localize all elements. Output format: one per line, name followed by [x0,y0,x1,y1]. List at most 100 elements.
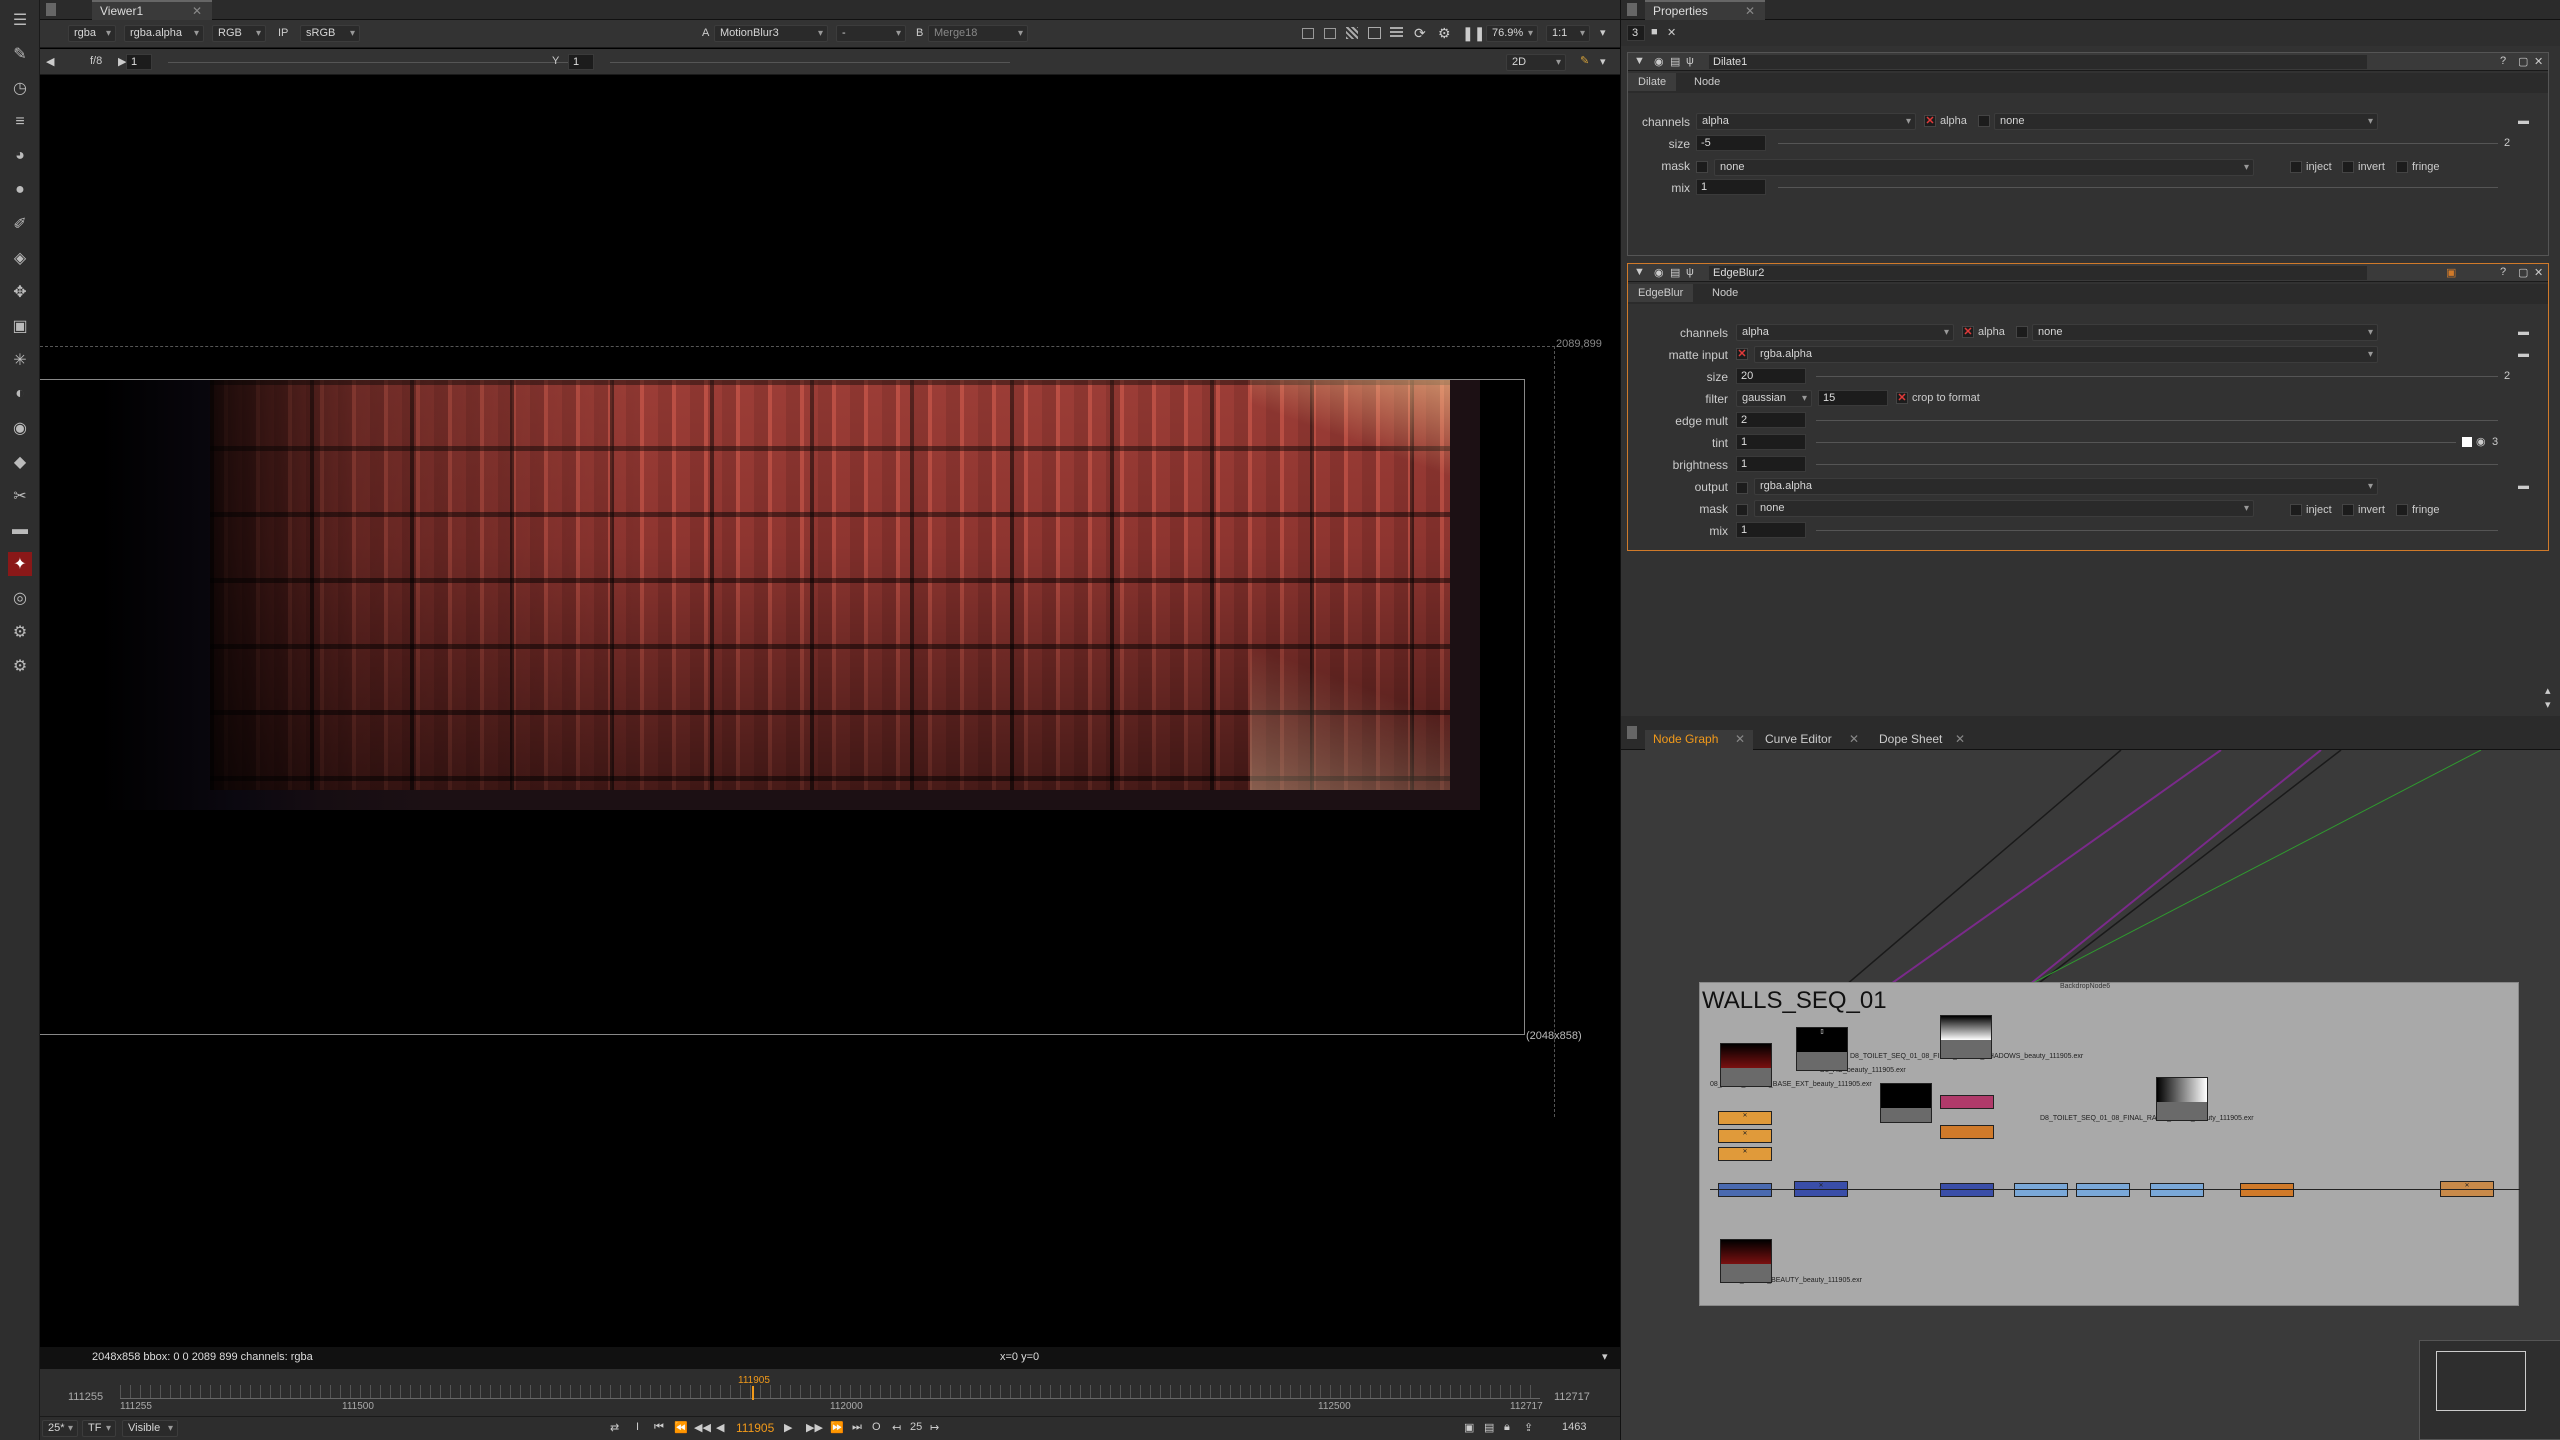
channel-menu-icon[interactable]: ▬ [2518,326,2529,338]
close-icon[interactable]: ✕ [2534,266,2543,279]
panel-menu-icon[interactable] [1627,3,1637,16]
extra-channel-checkbox[interactable] [2016,326,2028,338]
flipbook-icon[interactable]: ▣ [1464,1421,1474,1434]
properties-tab[interactable]: Properties ✕ [1645,0,1765,20]
mask-dropdown[interactable]: none [1714,159,2254,176]
merge-icon[interactable]: ◈ [8,246,32,270]
node-icon-3[interactable]: ψ [1686,55,1694,67]
channel-icon[interactable]: ≡ [8,110,32,134]
info-dropdown-icon[interactable]: ▾ [1602,1350,1608,1363]
fps-dropdown[interactable]: 25* [42,1420,78,1437]
views-icon[interactable]: ◉ [8,416,32,440]
mix-field[interactable]: 1 [1696,179,1766,195]
matte-menu-icon[interactable]: ▬ [2518,348,2529,360]
output-dropdown[interactable]: rgba.alpha [1754,478,2378,495]
mask-checkbox[interactable] [1696,161,1708,173]
grade-node[interactable] [1940,1095,1994,1109]
expand-icon[interactable]: ▾ [1600,26,1606,39]
shuffle-node[interactable]: ✕ [1718,1147,1772,1161]
colorcorrect-node[interactable] [2076,1183,2130,1197]
frame-display[interactable]: 111905 [736,1421,774,1435]
wipe-op-dropdown[interactable]: - [836,25,906,42]
overlay-icon[interactable] [1368,27,1381,39]
zebra-icon[interactable] [1346,27,1358,39]
node-icon-3[interactable]: ψ [1686,266,1694,278]
increment-value[interactable]: 25 [910,1421,922,1433]
size-field[interactable]: -5 [1696,135,1766,151]
mix-slider[interactable] [1816,530,2498,546]
panel-menu-icon[interactable] [1627,726,1637,739]
node-icon-2[interactable]: ▤ [1670,55,1680,68]
next-increment-icon[interactable]: ▶▶ [806,1421,823,1434]
color-wheel-icon[interactable]: ◉ [2476,435,2486,448]
tab-edgeblur[interactable]: EdgeBlur [1628,284,1694,302]
menu-icon[interactable]: ☰ [8,8,32,32]
node-name-field[interactable]: EdgeBlur2 [1708,265,2368,281]
other-icon[interactable]: ▬ [8,518,32,542]
plugin-icon[interactable]: ◎ [8,586,32,610]
3d-icon[interactable]: ▣ [8,314,32,338]
clip-icon[interactable] [1324,28,1336,39]
float-icon[interactable]: ▢ [2518,266,2528,279]
out-point-icon[interactable]: O [872,1421,881,1433]
tab-node-graph[interactable]: Node Graph ✕ [1645,730,1753,750]
node-icon[interactable]: ◉ [1654,55,1664,68]
edge-mult-slider[interactable] [1816,420,2498,436]
invert-checkbox[interactable] [2342,504,2354,516]
read-node[interactable] [1880,1083,1932,1123]
scroll-up-icon[interactable]: ▴ [2545,684,2551,697]
timeline-end[interactable]: 112717 [1554,1391,1590,1403]
export-icon[interactable]: ⇪ [1524,1421,1533,1434]
play-icon[interactable]: ▶ [784,1421,792,1434]
toolsets-icon[interactable]: ✂ [8,484,32,508]
shuffle-node[interactable]: ✕ [1718,1129,1772,1143]
mix-slider[interactable] [1778,187,2498,203]
read-node[interactable] [1940,1015,1992,1059]
filter-quality-field[interactable]: 15 [1818,390,1888,406]
node-graph-canvas[interactable]: WALLS_SEQ_01 BackdropNode6 D8_TOILET_SEQ… [1621,750,2560,1440]
matte-input-dropdown[interactable]: rgba.alpha [1754,346,2378,363]
collapse-icon[interactable]: ▼ [1634,266,1645,278]
zoom-dropdown[interactable]: 76.9% [1486,25,1538,42]
transform-icon[interactable]: ✥ [8,280,32,304]
deep-icon[interactable]: ◐ [8,382,32,406]
prev-step-icon[interactable]: ↤ [892,1421,901,1434]
time-icon[interactable]: ◷ [8,76,32,100]
edge-mult-field[interactable]: 2 [1736,412,1806,428]
channel-menu-icon[interactable]: ▬ [2518,115,2529,127]
lut-dropdown[interactable]: sRGB [300,25,360,42]
help-icon[interactable]: ? [2500,266,2506,278]
timeline[interactable]: 111255 112717 111255 111500 112000 11250… [40,1369,1620,1416]
clear-panels-icon[interactable]: ✕ [1667,26,1676,39]
ratio-dropdown[interactable]: 1:1 [1546,25,1590,42]
close-icon[interactable]: ✕ [1849,732,1859,746]
node-name-field[interactable]: Dilate1 [1708,54,2368,70]
prev-key-icon[interactable]: ⏪ [674,1421,688,1434]
size-split-count[interactable]: 2 [2504,137,2510,149]
ip-button[interactable]: IP [278,27,288,39]
tab-curve-editor[interactable]: Curve Editor ✕ [1757,730,1867,750]
read-node[interactable] [1720,1239,1772,1283]
merge-node[interactable] [1718,1183,1772,1197]
keyer-icon[interactable]: ✐ [8,212,32,236]
tab-dilate[interactable]: Dilate [1628,73,1677,91]
paint-icon[interactable]: ✎ [1580,54,1589,67]
metadata-icon[interactable]: ◆ [8,450,32,474]
help-icon[interactable]: ? [2500,55,2506,67]
output-menu-icon[interactable]: ▬ [2518,480,2529,492]
invert-checkbox[interactable] [2342,161,2354,173]
alpha-checkbox[interactable]: ✕ [1962,326,1974,338]
close-icon[interactable]: ✕ [2534,55,2543,68]
merge-node[interactable] [1940,1183,1994,1197]
node-icon-2[interactable]: ▤ [1670,266,1680,279]
fringe-checkbox[interactable] [2396,161,2408,173]
mask-checkbox[interactable] [1736,504,1748,516]
close-icon[interactable]: ✕ [192,4,202,18]
output-checkbox[interactable] [1736,482,1748,494]
tint-split-count[interactable]: 3 [2492,436,2498,448]
node-icon[interactable]: ◉ [1654,266,1664,279]
gear-icon[interactable]: ⚙ [1438,25,1451,42]
size-slider[interactable] [1778,143,2498,159]
first-frame-icon[interactable]: ⏮ [654,1421,664,1434]
viewport[interactable]: 2089,899 (2048x858) [40,75,1620,1347]
